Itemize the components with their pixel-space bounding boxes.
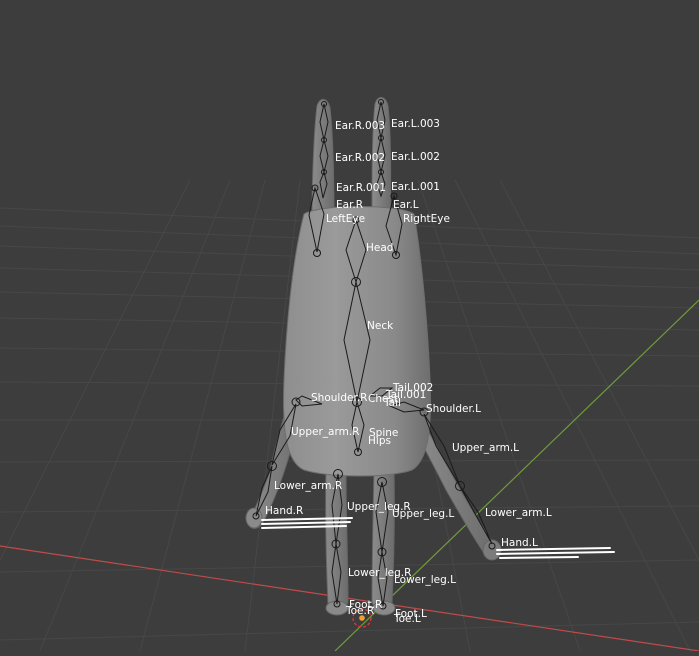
- label-lower-arm-r: Lower_arm.R: [274, 480, 342, 492]
- 3d-viewport[interactable]: Ear.R.003 Ear.L.003 Ear.R.002 Ear.L.002 …: [0, 0, 699, 652]
- label-ear-r-001: Ear.R.001: [336, 182, 386, 194]
- label-hand-l: Hand.L: [501, 537, 538, 549]
- viewport-canvas[interactable]: Ear.R.003 Ear.L.003 Ear.R.002 Ear.L.002 …: [0, 0, 699, 652]
- left-leg-mesh: [371, 469, 395, 611]
- label-ear-r-002: Ear.R.002: [335, 152, 385, 164]
- character-mesh[interactable]: [245, 97, 502, 616]
- label-ear-l-001: Ear.L.001: [391, 181, 440, 193]
- label-toe-l: Toe.L: [393, 613, 421, 625]
- label-lower-leg-l: Lower_leg.L: [394, 574, 456, 586]
- label-hips: Hips: [368, 435, 391, 447]
- label-hand-r: Hand.R: [265, 505, 303, 517]
- label-ear-l-002: Ear.L.002: [391, 151, 440, 163]
- label-upper-arm-r: Upper_arm.R: [291, 426, 359, 438]
- label-right-eye: RightEye: [403, 213, 450, 225]
- label-lower-arm-l: Lower_arm.L: [485, 507, 552, 519]
- label-tail: Tail: [383, 397, 401, 409]
- label-ear-r-003: Ear.R.003: [335, 120, 385, 132]
- label-left-eye: LeftEye: [326, 213, 365, 225]
- label-ear-l: Ear.L: [393, 199, 419, 211]
- label-head: Head: [366, 242, 393, 254]
- label-ear-l-003: Ear.L.003: [391, 118, 440, 130]
- label-shoulder-l: Shoulder.L: [426, 403, 481, 415]
- label-neck: Neck: [367, 320, 394, 332]
- label-shoulder-r: Shoulder.R: [311, 392, 367, 404]
- label-upper-arm-l: Upper_arm.L: [452, 442, 519, 454]
- label-upper-leg-l: Upper_leg.L: [392, 508, 454, 520]
- label-ear-r: Ear.R: [336, 199, 363, 211]
- label-toe-r: Toe.R: [345, 605, 374, 617]
- right-ear-mesh: [311, 99, 335, 223]
- finger-bone-clutter-left: [496, 547, 615, 559]
